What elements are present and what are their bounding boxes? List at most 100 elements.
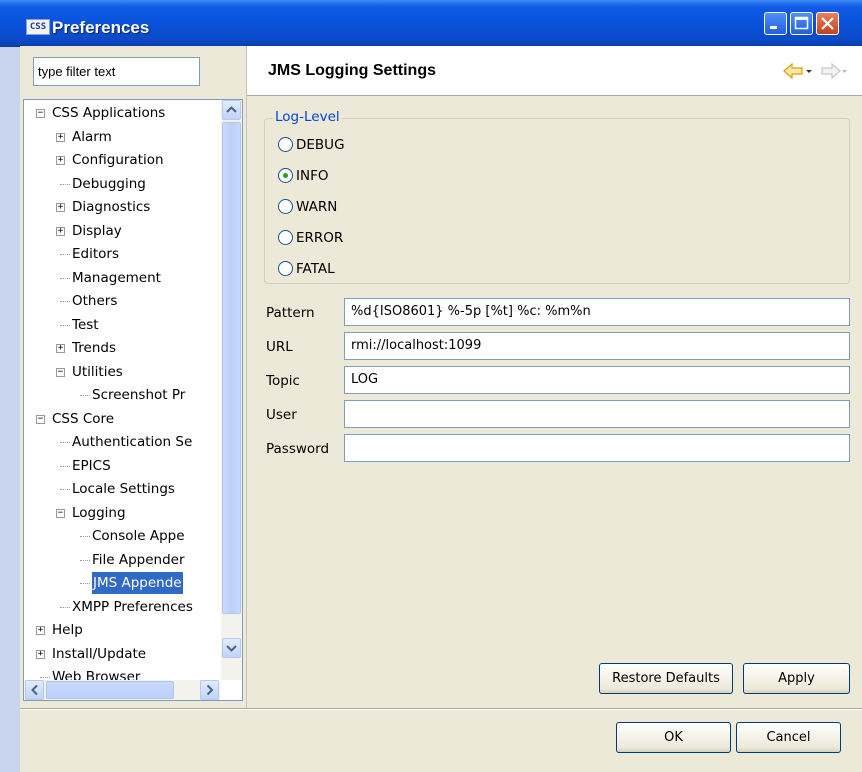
left-panel: −CSS Applications+Alarm+ConfigurationDeb…	[20, 46, 246, 708]
radio-indicator[interactable]	[278, 261, 293, 276]
scroll-up-button[interactable]	[222, 100, 241, 120]
chevron-right-icon	[206, 684, 214, 696]
collapse-icon[interactable]: −	[56, 367, 65, 377]
chevron-up-icon	[226, 106, 237, 113]
tree-item-label: CSS Applications	[52, 105, 166, 121]
ok-label: OK	[664, 730, 683, 745]
radio-indicator[interactable]	[278, 199, 293, 214]
expand-icon[interactable]: +	[56, 156, 65, 165]
title-bar[interactable]: CSS Preferences	[0, 0, 862, 47]
restore-defaults-label: Restore Defaults	[612, 671, 720, 686]
page-header: JMS Logging Settings	[247, 46, 862, 96]
radio-label: INFO	[296, 168, 329, 184]
page-title: JMS Logging Settings	[268, 62, 436, 79]
url-label: URL	[266, 339, 293, 355]
window-title: Preferences	[52, 18, 150, 37]
tree-item-label: EPICS	[72, 457, 111, 474]
preferences-window: CSS Preferences −CSS Applications+Alarm+…	[0, 0, 862, 772]
apply-label: Apply	[778, 671, 815, 686]
tree-horizontal-scrollbar[interactable]	[24, 680, 220, 700]
tree-connector	[60, 465, 70, 468]
password-label: Password	[266, 441, 330, 457]
forward-arrow-icon[interactable]	[821, 62, 841, 80]
tree-connector	[80, 395, 90, 397]
tree-connector	[60, 489, 70, 491]
tree-item-label: Alarm	[72, 128, 112, 145]
back-arrow-icon[interactable]	[783, 62, 803, 80]
url-field[interactable]: rmi://localhost:1099	[344, 332, 850, 360]
filter-input[interactable]	[33, 57, 200, 86]
tree-item-label: Diagnostics	[72, 199, 151, 215]
tree-connector	[60, 277, 70, 280]
radio-label: WARN	[296, 199, 338, 215]
scroll-right-button[interactable]	[200, 680, 219, 700]
tree-connector	[60, 442, 70, 444]
tree-connector	[60, 606, 70, 609]
tree-connector	[80, 583, 90, 585]
tree-item-label: File Appender	[92, 551, 185, 568]
tree-item-label: Console Appe	[92, 528, 185, 544]
tree-item-label: Debugging	[72, 175, 146, 192]
tree-item-label: JMS Appende	[92, 572, 183, 594]
tree-item-label: Others	[72, 293, 118, 309]
topic-label: Topic	[266, 373, 300, 389]
tree-item-label: Screenshot Pr	[92, 387, 186, 403]
expand-icon[interactable]: +	[36, 649, 45, 659]
chevron-down-icon	[226, 645, 237, 652]
radio-selected-dot	[283, 173, 288, 178]
forward-dropdown-icon[interactable]	[842, 70, 847, 73]
horizontal-scroll-thumb[interactable]	[46, 681, 174, 699]
ok-button[interactable]: OK	[616, 722, 731, 753]
collapse-icon[interactable]: −	[36, 109, 45, 118]
expand-icon[interactable]: +	[56, 344, 65, 353]
expand-icon[interactable]: +	[56, 203, 65, 212]
expand-icon[interactable]: +	[56, 132, 65, 142]
radio-indicator[interactable]	[278, 230, 293, 245]
tree-item-label: Test	[72, 316, 99, 333]
radio-indicator[interactable]	[278, 168, 293, 183]
collapse-icon[interactable]: −	[56, 508, 65, 518]
tree-vertical-scrollbar[interactable]	[221, 100, 242, 680]
cancel-button[interactable]: Cancel	[736, 722, 841, 753]
collapse-icon[interactable]: −	[36, 414, 45, 424]
scroll-left-button[interactable]	[25, 680, 44, 700]
minimize-button[interactable]	[764, 12, 787, 35]
maximize-button[interactable]	[790, 12, 813, 35]
close-icon	[821, 17, 834, 30]
tree-item-label: XMPP Preferences	[72, 598, 193, 615]
apply-button[interactable]: Apply	[743, 663, 850, 694]
group-label: Log-Level	[273, 109, 342, 125]
pattern-label: Pattern	[266, 305, 315, 321]
close-button[interactable]	[816, 12, 839, 35]
expand-icon[interactable]: +	[36, 626, 45, 635]
tree-item-label: Install/Update	[52, 645, 147, 662]
radio-indicator[interactable]	[278, 137, 293, 152]
scroll-down-button[interactable]	[222, 638, 241, 658]
tree-item-label: Help	[52, 622, 83, 638]
footer-separator	[20, 708, 862, 710]
password-field[interactable]	[344, 434, 850, 462]
tree-item-label: Authentication Se	[72, 434, 193, 450]
tree-item-label: Utilities	[72, 363, 123, 380]
cancel-label: Cancel	[766, 730, 811, 745]
tree-item-label: Management	[72, 269, 161, 286]
scroll-thumb[interactable]	[222, 122, 241, 614]
tree-item-label: Editors	[72, 246, 119, 262]
back-dropdown-icon[interactable]	[806, 70, 812, 73]
pattern-field[interactable]: %d{ISO8601} %-5p [%t] %c: %m%n	[344, 298, 850, 326]
user-label: User	[266, 407, 297, 423]
preference-tree: − CSS Applications + Alarm + Configuration Deb…	[23, 99, 243, 701]
tree-item-label: Configuration	[72, 152, 164, 168]
tree-item-label: Logging	[72, 504, 126, 521]
user-field[interactable]	[344, 400, 850, 428]
tree-item-label: Display	[72, 222, 122, 239]
settings-panel: JMS Logging Settings Log-Level DEBUG INFO…	[246, 46, 862, 708]
tree-connector	[60, 324, 70, 327]
expand-icon[interactable]: +	[56, 226, 65, 236]
restore-defaults-button[interactable]: Restore Defaults	[599, 663, 733, 694]
dialog-body: −CSS Applications+Alarm+ConfigurationDeb…	[20, 46, 862, 772]
tree-connector	[80, 559, 90, 562]
tree-connector	[60, 254, 70, 256]
topic-field[interactable]: LOG	[344, 366, 850, 394]
tree-connector	[40, 677, 50, 679]
